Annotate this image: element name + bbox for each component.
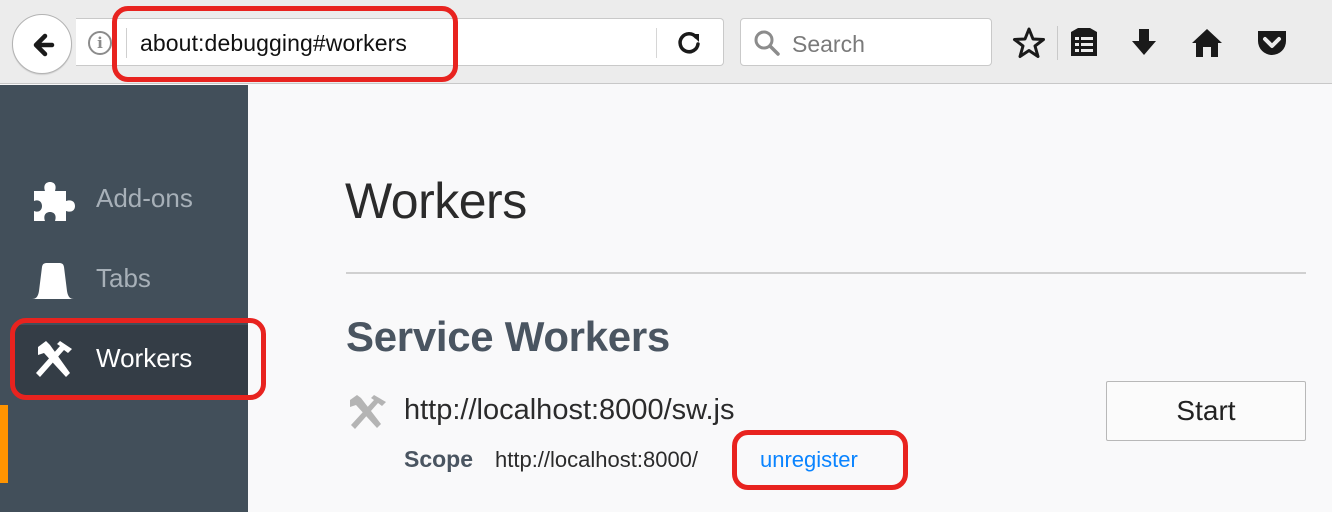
back-button[interactable]: [12, 14, 72, 74]
url-text[interactable]: about:debugging#workers: [140, 30, 407, 57]
hammer-pick-icon: [36, 341, 72, 377]
bookmark-star-icon[interactable]: [1012, 26, 1046, 60]
sidebar-item-label: Add-ons: [96, 183, 193, 213]
active-item-marker: [0, 405, 8, 483]
download-icon[interactable]: [1128, 26, 1160, 60]
info-icon[interactable]: i: [88, 31, 112, 55]
sidebar: Add-ons Tabs Workers: [0, 85, 248, 512]
sidebar-item-label: Workers: [96, 343, 193, 373]
browser-toolbar: i about:debugging#workers Search: [0, 0, 1332, 84]
worker-hammer-pick-icon: [350, 395, 386, 429]
url-separator: [126, 28, 127, 58]
toolbar-separator: [1057, 26, 1058, 60]
title-divider: [346, 272, 1306, 274]
sidebar-item-label: Tabs: [96, 263, 151, 293]
sidebar-item-addons[interactable]: Add-ons: [0, 165, 248, 235]
scope-label: Scope: [404, 446, 474, 472]
search-icon: [754, 30, 780, 56]
scope-value: http://localhost:8000/: [495, 447, 699, 472]
pocket-icon[interactable]: [1255, 26, 1289, 60]
reload-separator: [656, 28, 657, 58]
unregister-link[interactable]: unregister: [760, 447, 858, 473]
back-arrow-icon: [33, 33, 55, 57]
search-placeholder[interactable]: Search: [792, 31, 865, 58]
sidebar-item-workers[interactable]: Workers: [14, 325, 248, 395]
reload-icon[interactable]: [674, 28, 704, 58]
tab-icon: [32, 263, 74, 299]
sidebar-item-tabs[interactable]: Tabs: [0, 245, 248, 315]
puzzle-piece-icon: [34, 182, 75, 221]
worker-name: http://localhost:8000/sw.js: [404, 394, 735, 426]
start-button[interactable]: Start: [1106, 381, 1306, 441]
section-title: Service Workers: [346, 313, 670, 360]
home-icon[interactable]: [1190, 26, 1224, 60]
bookmarks-list-icon[interactable]: [1068, 26, 1100, 60]
page-title: Workers: [345, 173, 527, 229]
